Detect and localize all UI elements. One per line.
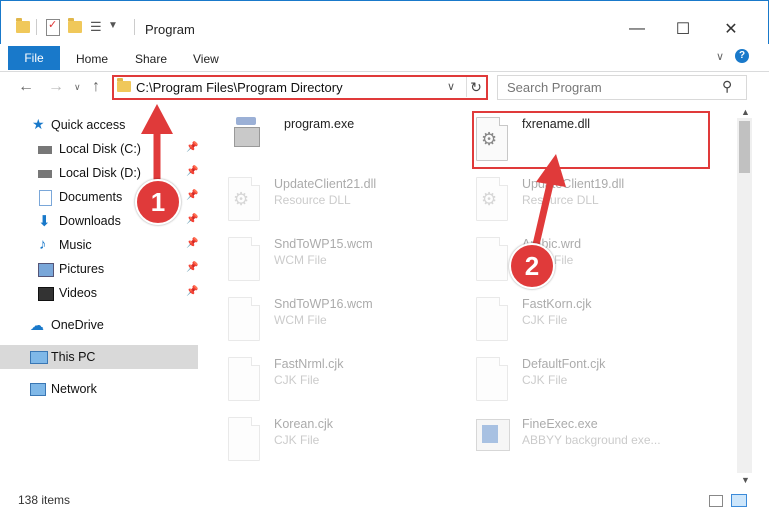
step-1-badge: 1 [135, 179, 181, 225]
arrow-2-head [536, 154, 566, 187]
annotation-arrows [141, 104, 566, 263]
step-2-badge: 2 [509, 243, 555, 289]
arrow-1-head [141, 104, 173, 134]
